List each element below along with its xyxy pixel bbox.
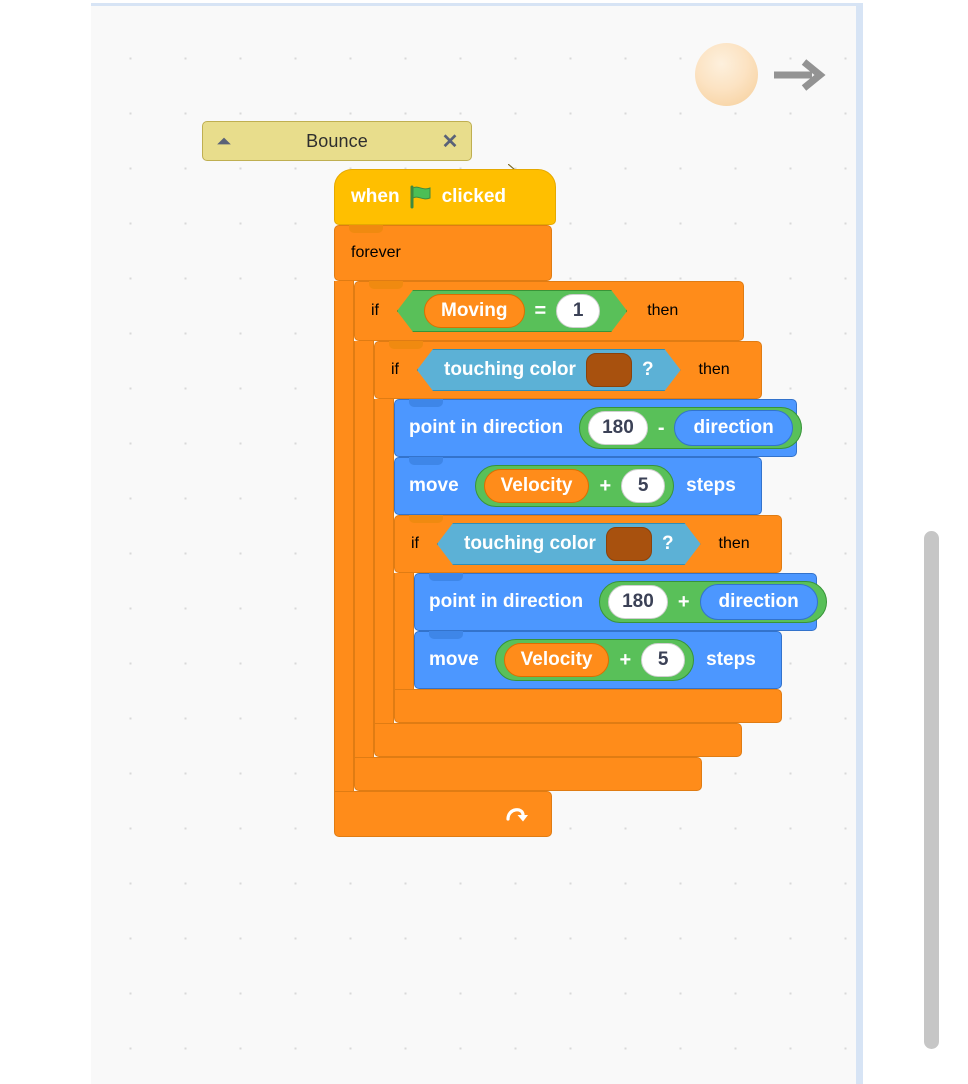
add-right-input[interactable]: 5 bbox=[621, 469, 666, 503]
comment-bubble[interactable]: Bounce ✕ bbox=[202, 121, 472, 161]
if-moving-body: if touching color ? then point in direct… bbox=[354, 341, 827, 757]
vertical-scrollbar-thumb[interactable] bbox=[924, 531, 939, 1049]
blocks-workspace-canvas[interactable]: when clicked forever if Moving = 1 then … bbox=[91, 3, 863, 1084]
close-icon[interactable]: ✕ bbox=[439, 130, 461, 153]
if-touching-2-footer bbox=[394, 689, 782, 723]
if-moving-left-spine bbox=[354, 341, 374, 757]
notch bbox=[429, 631, 463, 639]
notch bbox=[429, 573, 463, 581]
move-steps-block-1[interactable]: move Velocity + 5 steps bbox=[394, 457, 762, 515]
if-touching-color-block-1[interactable]: if touching color ? then point in direct… bbox=[374, 341, 827, 757]
add-right-input[interactable]: 5 bbox=[641, 643, 686, 677]
green-flag-icon bbox=[410, 185, 431, 209]
color-swatch[interactable] bbox=[586, 353, 632, 387]
when-label: when bbox=[351, 186, 400, 207]
clicked-label: clicked bbox=[441, 186, 506, 207]
notch bbox=[409, 515, 443, 523]
move-label: move bbox=[429, 649, 479, 670]
equals-sign: = bbox=[534, 299, 547, 322]
question-mark: ? bbox=[641, 359, 654, 380]
color-swatch[interactable] bbox=[606, 527, 652, 561]
direction-reporter[interactable]: direction bbox=[674, 410, 793, 446]
then-label: then bbox=[647, 302, 679, 319]
plus-sign: + bbox=[599, 474, 612, 497]
forever-label: forever bbox=[351, 244, 401, 261]
move-steps-block-2[interactable]: move Velocity + 5 steps bbox=[414, 631, 782, 689]
minus-sign: - bbox=[657, 416, 665, 439]
vertical-scrollbar-track[interactable] bbox=[924, 3, 954, 1081]
variable-moving-reporter[interactable]: Moving bbox=[424, 294, 525, 328]
ball-sprite[interactable] bbox=[695, 43, 758, 106]
notch bbox=[409, 457, 443, 465]
forever-header[interactable]: forever bbox=[334, 225, 552, 281]
forever-body: if Moving = 1 then if touching color ? t… bbox=[334, 281, 827, 791]
touching-color-label: touching color bbox=[444, 359, 576, 380]
equals-operator-block[interactable]: Moving = 1 bbox=[397, 290, 627, 332]
if-moving-footer bbox=[354, 757, 702, 791]
sprite-preview-group bbox=[695, 43, 826, 106]
if-touching-2-left-spine bbox=[394, 573, 414, 689]
direction-reporter[interactable]: direction bbox=[699, 584, 818, 620]
if-touching-1-left-spine bbox=[374, 399, 394, 723]
then-label: then bbox=[698, 361, 730, 378]
if-moving-equals-one-block[interactable]: if Moving = 1 then if touching color ? t… bbox=[354, 281, 827, 791]
point-in-direction-block-2[interactable]: point in direction 180 + direction bbox=[414, 573, 827, 631]
point-in-direction-block-1[interactable]: point in direction 180 - direction bbox=[394, 399, 802, 457]
script-stack: when clicked forever if Moving = 1 then … bbox=[334, 169, 827, 837]
point-in-direction-label: point in direction bbox=[429, 591, 584, 612]
if-touching-color-block-2[interactable]: if touching color ? then point in direct… bbox=[394, 515, 827, 723]
comment-title: Bounce bbox=[306, 130, 368, 151]
add-operator-block[interactable]: Velocity + 5 bbox=[474, 465, 675, 507]
if-label: if bbox=[411, 535, 419, 552]
notch bbox=[389, 341, 423, 349]
if-touching-1-body: point in direction 180 - direction move … bbox=[374, 399, 827, 723]
subtract-left-input[interactable]: 180 bbox=[588, 411, 648, 445]
touching-color-label: touching color bbox=[464, 533, 596, 554]
if-touching-2-body: point in direction 180 + direction move … bbox=[394, 573, 827, 689]
steps-label: steps bbox=[706, 649, 756, 670]
point-in-direction-label: point in direction bbox=[409, 417, 564, 438]
if-moving-header[interactable]: if Moving = 1 then bbox=[354, 281, 744, 341]
when-flag-clicked-block[interactable]: when clicked bbox=[334, 169, 556, 225]
steps-label: steps bbox=[686, 475, 736, 496]
notch bbox=[349, 225, 383, 233]
equals-right-input[interactable]: 1 bbox=[556, 294, 600, 328]
forever-block[interactable]: forever if Moving = 1 then if touching c… bbox=[334, 225, 827, 837]
then-label: then bbox=[718, 535, 750, 552]
if-label: if bbox=[391, 361, 399, 378]
if-touching-1-footer bbox=[374, 723, 742, 757]
scratch-editor-window: when clicked forever if Moving = 1 then … bbox=[0, 0, 968, 1084]
forever-left-spine bbox=[334, 281, 354, 791]
touching-color-block-1[interactable]: touching color ? bbox=[417, 349, 681, 391]
add-left-input[interactable]: 180 bbox=[608, 585, 668, 619]
loop-arrow-icon bbox=[506, 808, 528, 822]
plus-sign: + bbox=[619, 648, 632, 671]
add-operator-block[interactable]: 180 + direction bbox=[599, 581, 827, 623]
add-operator-block[interactable]: Velocity + 5 bbox=[494, 639, 695, 681]
collapse-triangle-icon[interactable] bbox=[213, 130, 235, 152]
variable-velocity-reporter[interactable]: Velocity bbox=[503, 643, 610, 677]
touching-color-block-2[interactable]: touching color ? bbox=[437, 523, 701, 565]
if-label: if bbox=[371, 302, 379, 319]
if-touching-1-header[interactable]: if touching color ? then bbox=[374, 341, 762, 399]
question-mark: ? bbox=[661, 533, 674, 554]
notch bbox=[369, 281, 403, 289]
if-touching-2-header[interactable]: if touching color ? then bbox=[394, 515, 782, 573]
variable-velocity-reporter[interactable]: Velocity bbox=[483, 469, 590, 503]
forever-footer bbox=[334, 791, 552, 837]
subtract-operator-block[interactable]: 180 - direction bbox=[579, 407, 802, 449]
notch bbox=[409, 399, 443, 407]
plus-sign: + bbox=[677, 590, 690, 613]
direction-arrow-icon bbox=[774, 58, 826, 91]
move-label: move bbox=[409, 475, 459, 496]
